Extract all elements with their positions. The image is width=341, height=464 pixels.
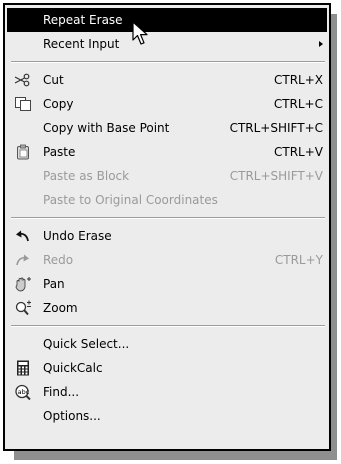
menu-separator <box>11 217 325 219</box>
menu-item-undo-erase[interactable]: Undo Erase <box>5 224 329 248</box>
menu-item-zoom[interactable]: Zoom <box>5 296 329 320</box>
menu-item-paste[interactable]: Paste CTRL+V <box>5 140 329 164</box>
mouse-cursor-icon <box>132 21 148 45</box>
redo-icon <box>16 254 29 266</box>
menu-item-quickcalc[interactable]: QuickCalc <box>5 356 329 380</box>
menu-item-cut[interactable]: Cut CTRL+X <box>5 68 329 92</box>
menu-item-label: Undo Erase <box>43 229 112 243</box>
menu-item-quick-select[interactable]: Quick Select... <box>5 332 329 356</box>
menu-item-shortcut: CTRL+X <box>273 73 323 87</box>
menu-item-label: Quick Select... <box>43 337 130 351</box>
undo-icon <box>16 230 29 242</box>
menu-item-shortcut: CTRL+V <box>274 145 323 159</box>
menu-item-shortcut: CTRL+SHIFT+C <box>229 121 323 135</box>
menu-item-redo[interactable]: Redo CTRL+Y <box>5 248 329 272</box>
menu-item-shortcut: CTRL+Y <box>274 253 323 267</box>
menu-item-label: Redo <box>43 253 74 267</box>
menu-item-label: Options... <box>43 409 101 423</box>
menu-item-label: QuickCalc <box>43 361 103 375</box>
menu-item-copy-with-base-point[interactable]: Copy with Base Point CTRL+SHIFT+C <box>5 116 329 140</box>
menu-item-copy[interactable]: Copy CTRL+C <box>5 92 329 116</box>
menu-item-label: Copy <box>43 97 74 111</box>
menu-separator <box>11 61 325 63</box>
menu-item-paste-to-original-coordinates[interactable]: Paste to Original Coordinates <box>5 188 329 212</box>
menu-item-label: Find... <box>43 385 80 399</box>
menu-item-options[interactable]: Options... <box>5 404 329 428</box>
menu-item-label: Copy with Base Point <box>43 121 170 135</box>
menu-item-label: Zoom <box>43 301 78 315</box>
menu-separator <box>11 325 325 327</box>
menu-item-find[interactable]: abc Find... <box>5 380 329 404</box>
menu-item-shortcut: CTRL+SHIFT+V <box>229 169 323 183</box>
menu-item-recent-input[interactable]: Recent Input <box>5 32 329 56</box>
menu-item-label: Paste as Block <box>43 169 130 183</box>
menu-item-pan[interactable]: Pan <box>5 272 329 296</box>
menu-item-label: Paste <box>43 145 76 159</box>
menu-items: Repeat Erase Recent Input Cut CTRL+X Cop… <box>5 8 329 428</box>
menu-item-label: Recent Input <box>43 37 120 51</box>
svg-text:abc: abc <box>18 388 30 396</box>
scissors-icon <box>14 73 30 87</box>
menu-item-label: Paste to Original Coordinates <box>43 193 218 207</box>
menu-item-shortcut: CTRL+C <box>273 97 323 111</box>
menu-item-label: Pan <box>43 277 65 291</box>
find-text-icon: abc <box>15 384 31 400</box>
menu-item-repeat-erase[interactable]: Repeat Erase <box>7 8 327 32</box>
pan-hand-icon <box>15 277 31 292</box>
zoom-icon <box>15 300 31 316</box>
submenu-arrow-icon <box>319 41 323 47</box>
context-menu: Repeat Erase Recent Input Cut CTRL+X Cop… <box>3 3 331 451</box>
paste-icon <box>17 144 29 160</box>
menu-item-label: Cut <box>43 73 64 87</box>
menu-item-paste-as-block[interactable]: Paste as Block CTRL+SHIFT+V <box>5 164 329 188</box>
menu-item-label: Repeat Erase <box>43 13 123 27</box>
calculator-icon <box>17 360 29 376</box>
copy-icon <box>15 97 31 111</box>
